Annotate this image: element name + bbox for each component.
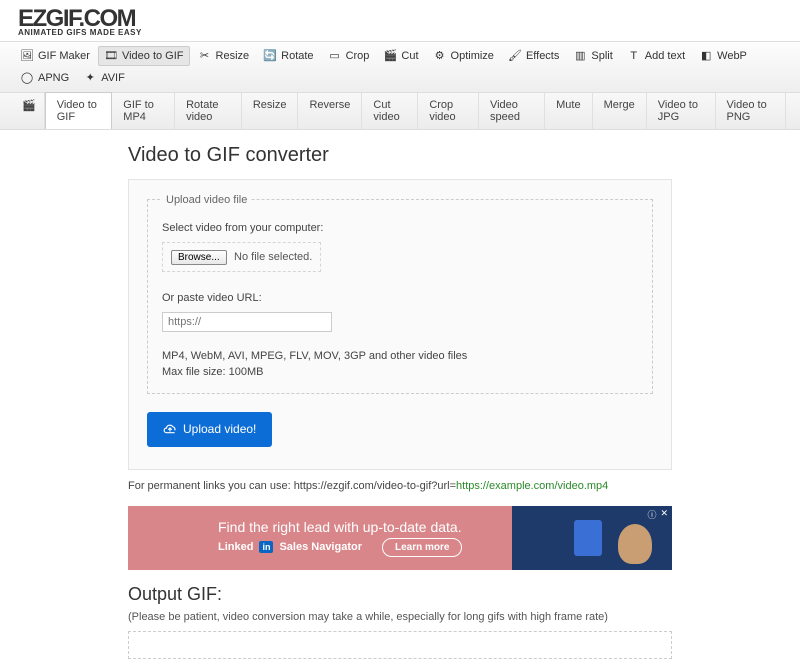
- main-content: Video to GIF converter Upload video file…: [120, 144, 680, 659]
- ad-brand-suffix: Sales Navigator: [279, 541, 362, 553]
- main-nav-item-6[interactable]: ⚙ Optimize: [427, 46, 500, 66]
- sub-nav-item-9[interactable]: Mute: [545, 93, 592, 129]
- permalink-hint: For permanent links you can use: https:/…: [128, 480, 672, 492]
- upload-button-label: Upload video!: [183, 422, 256, 436]
- url-label: Or paste video URL:: [162, 292, 638, 304]
- main-nav-item-7[interactable]: 🖌 Effects: [502, 46, 565, 66]
- logo-top: EZGIF.COM: [18, 8, 782, 30]
- upload-fieldset: Upload video file Select video from your…: [147, 194, 653, 394]
- file-status: No file selected.: [234, 251, 312, 263]
- ad-title: Find the right lead with up-to-date data…: [218, 519, 512, 535]
- nav-icon: ◯: [20, 71, 34, 85]
- main-nav-item-1[interactable]: 🎞 Video to GIF: [98, 46, 190, 66]
- browse-button[interactable]: Browse...: [171, 250, 227, 265]
- ad-brand: Linked in Sales Navigator Learn more: [218, 538, 512, 557]
- formats-text: MP4, WebM, AVI, MPEG, FLV, MOV, 3GP and …: [162, 348, 638, 365]
- ad-controls: ⓘ ✕: [647, 508, 668, 521]
- ad-cta-button[interactable]: Learn more: [382, 538, 462, 557]
- file-input-row: Browse... No file selected.: [162, 242, 321, 272]
- sub-nav-item-2[interactable]: GIF to MP4: [112, 93, 175, 129]
- nav-label: Effects: [526, 50, 559, 62]
- sub-nav-item-4[interactable]: Resize: [242, 93, 299, 129]
- sub-nav-item-6[interactable]: Cut video: [362, 93, 418, 129]
- nav-icon: 🖼: [20, 49, 34, 63]
- ad-brand-name: Linked: [218, 541, 253, 553]
- permalink-example-link[interactable]: https://example.com/video.mp4: [456, 480, 608, 492]
- nav-label: Rotate: [281, 50, 313, 62]
- main-nav-item-2[interactable]: ✂ Resize: [192, 46, 256, 66]
- main-nav-item-9[interactable]: T Add text: [621, 46, 691, 66]
- nav-label: APNG: [38, 72, 69, 84]
- page-title: Video to GIF converter: [128, 144, 672, 167]
- format-hint: MP4, WebM, AVI, MPEG, FLV, MOV, 3GP and …: [162, 348, 638, 381]
- sub-nav-item-10[interactable]: Merge: [593, 93, 647, 129]
- nav-label: Cut: [401, 50, 418, 62]
- main-nav-item-5[interactable]: 🎬 Cut: [377, 46, 424, 66]
- main-nav-item-12[interactable]: ✦ AVIF: [77, 68, 131, 88]
- output-box: [128, 631, 672, 659]
- main-nav-item-11[interactable]: ◯ APNG: [14, 68, 75, 88]
- url-input[interactable]: [162, 312, 332, 332]
- nav-icon: ▭: [328, 49, 342, 63]
- nav-label: GIF Maker: [38, 50, 90, 62]
- nav-icon: ✂: [198, 49, 212, 63]
- nav-label: AVIF: [101, 72, 125, 84]
- nav-label: Resize: [216, 50, 250, 62]
- nav-icon: ◧: [699, 49, 713, 63]
- header: EZGIF.COM ANIMATED GIFS MADE EASY: [0, 0, 800, 41]
- sub-nav-item-11[interactable]: Video to JPG: [647, 93, 716, 129]
- sub-nav: 🎬Video to GIFGIF to MP4Rotate videoResiz…: [0, 93, 800, 130]
- main-nav-item-10[interactable]: ◧ WebP: [693, 46, 753, 66]
- sub-nav-item-12[interactable]: Video to PNG: [716, 93, 786, 129]
- main-nav-item-3[interactable]: 🔄 Rotate: [257, 46, 319, 66]
- nav-label: Add text: [645, 50, 685, 62]
- linkedin-icon: in: [259, 541, 273, 553]
- nav-icon: 🎬: [383, 49, 397, 63]
- fieldset-legend: Upload video file: [162, 194, 251, 206]
- select-label: Select video from your computer:: [162, 222, 638, 234]
- ad-banner[interactable]: Find the right lead with up-to-date data…: [128, 506, 672, 570]
- output-heading: Output GIF:: [128, 584, 672, 605]
- nav-icon: 🎞: [104, 49, 118, 63]
- main-nav-item-4[interactable]: ▭ Crop: [322, 46, 376, 66]
- sub-nav-item-7[interactable]: Crop video: [418, 93, 479, 129]
- ad-close-icon[interactable]: ✕: [660, 508, 668, 521]
- upload-button[interactable]: Upload video!: [147, 412, 272, 447]
- sub-nav-item-8[interactable]: Video speed: [479, 93, 545, 129]
- nav-label: WebP: [717, 50, 747, 62]
- nav-label: Optimize: [451, 50, 494, 62]
- nav-icon: 🔄: [263, 49, 277, 63]
- nav-icon: ▥: [573, 49, 587, 63]
- nav-label: Video to GIF: [122, 50, 184, 62]
- nav-label: Crop: [346, 50, 370, 62]
- sub-nav-item-5[interactable]: Reverse: [298, 93, 362, 129]
- cloud-upload-icon: [163, 421, 177, 438]
- sub-nav-item-1[interactable]: Video to GIF: [45, 92, 113, 129]
- main-nav-item-8[interactable]: ▥ Split: [567, 46, 618, 66]
- permalink-text: For permanent links you can use: https:/…: [128, 480, 456, 492]
- maxsize-text: Max file size: 100MB: [162, 364, 638, 381]
- nav-icon: ✦: [83, 71, 97, 85]
- nav-icon: 🖌: [508, 49, 522, 63]
- ad-info-icon[interactable]: ⓘ: [647, 508, 656, 521]
- nav-label: Split: [591, 50, 612, 62]
- nav-icon: T: [627, 49, 641, 63]
- sub-nav-item-3[interactable]: Rotate video: [175, 93, 242, 129]
- logo-subtitle: ANIMATED GIFS MADE EASY: [18, 28, 782, 37]
- upload-box: Upload video file Select video from your…: [128, 179, 672, 470]
- output-note: (Please be patient, video conversion may…: [128, 611, 672, 623]
- ad-content: Find the right lead with up-to-date data…: [128, 519, 512, 557]
- nav-icon: ⚙: [433, 49, 447, 63]
- main-nav-item-0[interactable]: 🖼 GIF Maker: [14, 46, 96, 66]
- sub-nav-item-0[interactable]: 🎬: [14, 93, 45, 129]
- main-nav: 🖼 GIF Maker 🎞 Video to GIF ✂ Resize 🔄 Rotate ▭ Cr…: [0, 41, 800, 93]
